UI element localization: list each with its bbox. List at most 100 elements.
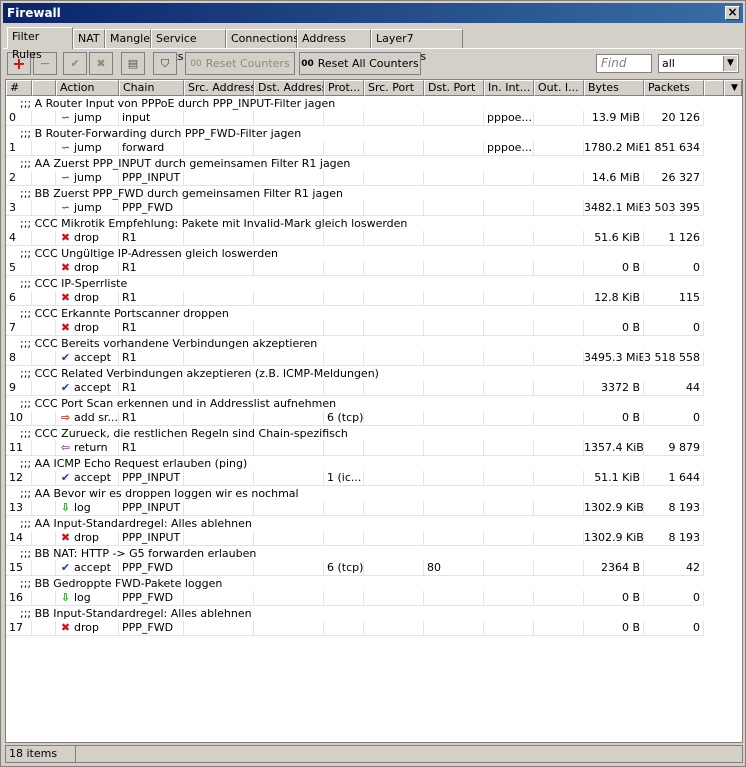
- comment-button[interactable]: ▤: [121, 52, 145, 75]
- col-flags-header[interactable]: [32, 80, 56, 96]
- disable-button[interactable]: ✖: [89, 52, 113, 75]
- rule-action-label: log: [74, 501, 91, 514]
- tab-service-ports[interactable]: Service Ports: [151, 29, 226, 63]
- table-row[interactable]: 15 ✔ accept PPP_FWD 6 (tcp) 80 2364 B 42: [6, 561, 742, 576]
- rule-comment[interactable]: ;;; CCC Related Verbindungen akzeptieren…: [6, 366, 742, 381]
- tab-mangle[interactable]: Mangle: [105, 29, 151, 48]
- rule-flags: [32, 531, 56, 546]
- rule-comment[interactable]: ;;; CCC Mikrotik Empfehlung: Pakete mit …: [6, 216, 742, 231]
- rule-action: ✖ drop: [56, 321, 119, 336]
- rule-comment[interactable]: ;;; CCC Erkannte Portscanner droppen: [6, 306, 742, 321]
- table-row[interactable]: 5 ✖ drop R1 0 B0: [6, 261, 742, 276]
- rule-out-interface: [534, 201, 584, 216]
- table-row[interactable]: 10 ⇨ add sr... R1 6 (tcp) 0 B0: [6, 411, 742, 426]
- rule-src-address: [184, 531, 254, 546]
- jump-icon: ∽: [60, 141, 71, 154]
- rule-protocol: [324, 321, 364, 336]
- find-input[interactable]: Find: [596, 54, 652, 73]
- col-action-header[interactable]: Action: [56, 80, 119, 96]
- rule-comment[interactable]: ;;; BB Gedroppte FWD-Pakete loggen: [6, 576, 742, 591]
- tab-nat[interactable]: NAT: [73, 29, 105, 48]
- reset-all-counters-button[interactable]: 00 Reset All Counters: [299, 52, 421, 75]
- table-row[interactable]: 2 ∽ jump PPP_INPUT 14.6 MiB 26 327: [6, 171, 742, 186]
- rule-bytes: 13.9 MiB: [584, 111, 644, 126]
- col-src-address-header[interactable]: Src. Address: [184, 80, 254, 96]
- rule-comment[interactable]: ;;; AA ICMP Echo Request erlauben (ping): [6, 456, 742, 471]
- table-row[interactable]: 6 ✖ drop R1 12.8 KiB 115: [6, 291, 742, 306]
- rule-action: ∽ jump: [56, 201, 119, 216]
- rule-number: 2: [6, 171, 32, 186]
- rule-number: 11: [6, 441, 32, 456]
- col-protocol-header[interactable]: Prot...: [324, 80, 364, 96]
- table-row[interactable]: 4 ✖ drop R1 51.6 KiB 1 126: [6, 231, 742, 246]
- col-out-interface-header[interactable]: Out. I...: [534, 80, 584, 96]
- table-row[interactable]: 3 ∽ jump PPP_FWD 3482.1 MiB 3 503 395: [6, 201, 742, 216]
- table-row[interactable]: 7 ✖ drop R1 0 B0: [6, 321, 742, 336]
- rule-comment[interactable]: ;;; BB Input-Standardregel: Alles ablehn…: [6, 606, 742, 621]
- rule-comment[interactable]: ;;; CCC IP-Sperrliste: [6, 276, 742, 291]
- column-chooser-icon[interactable]: ▼: [724, 80, 742, 96]
- drop-icon: ✖: [60, 291, 71, 304]
- tab-layer7-protocols[interactable]: Layer7 Protocols: [371, 29, 463, 63]
- rule-src-address: [184, 321, 254, 336]
- table-row[interactable]: 14 ✖ drop PPP_INPUT 1302.9 KiB 8 193: [6, 531, 742, 546]
- rule-bytes: 1357.4 KiB: [584, 441, 644, 456]
- rule-comment[interactable]: ;;; CCC Zurueck, die restlichen Regeln s…: [6, 426, 742, 441]
- filter-button[interactable]: ⛉: [153, 52, 177, 75]
- table-row[interactable]: 13 ⇩ log PPP_INPUT 1302.9 KiB 8 193: [6, 501, 742, 516]
- header-filler: [704, 80, 724, 96]
- table-row[interactable]: 16 ⇩ log PPP_FWD 0 B0: [6, 591, 742, 606]
- col-number-header[interactable]: #: [6, 80, 32, 96]
- rule-out-interface: [534, 621, 584, 636]
- table-row[interactable]: 12 ✔ accept PPP_INPUT 1 (ic... 51.1 KiB 1 644: [6, 471, 742, 486]
- rule-protocol: [324, 621, 364, 636]
- rule-comment[interactable]: ;;; AA Zuerst PPP_INPUT durch gemeinsame…: [6, 156, 742, 171]
- rule-flags: [32, 111, 56, 126]
- col-dst-address-header[interactable]: Dst. Address: [254, 80, 324, 96]
- col-bytes-header[interactable]: Bytes: [584, 80, 644, 96]
- table-row[interactable]: 17 ✖ drop PPP_FWD 0 B0: [6, 621, 742, 636]
- table-row[interactable]: 8 ✔ accept R1 3495.3 MiB 3 518 558: [6, 351, 742, 366]
- rule-chain: PPP_FWD: [119, 201, 184, 216]
- col-dst-port-header[interactable]: Dst. Port: [424, 80, 484, 96]
- tab-address-lists[interactable]: Address Lists: [297, 29, 371, 63]
- rule-comment[interactable]: ;;; AA Bevor wir es droppen loggen wir e…: [6, 486, 742, 501]
- rule-action-label: log: [74, 591, 91, 604]
- table-row[interactable]: 1 ∽ jump forward pppoe... 1780.2 MiB 1 851 634: [6, 141, 742, 156]
- rule-src-port: [364, 471, 424, 486]
- rule-comment[interactable]: ;;; CCC Ungültige IP-Adressen gleich los…: [6, 246, 742, 261]
- rule-dst-address: [254, 501, 324, 516]
- rule-comment[interactable]: ;;; AA Input-Standardregel: Alles ablehn…: [6, 516, 742, 531]
- rule-dst-address: [254, 591, 324, 606]
- table-row[interactable]: 11 ⇦ return R1 1357.4 KiB 9 879: [6, 441, 742, 456]
- rule-comment[interactable]: ;;; CCC Port Scan erkennen und in Addres…: [6, 396, 742, 411]
- rule-packets: 3 503 395: [644, 201, 704, 216]
- rule-out-interface: [534, 171, 584, 186]
- filter-select[interactable]: all ▼: [658, 54, 739, 73]
- table-row[interactable]: 0 ∽ jump input pppoe... 13.9 MiB 20 126: [6, 111, 742, 126]
- rule-number: 10: [6, 411, 32, 426]
- rule-comment[interactable]: ;;; A Router Input von PPPoE durch PPP_I…: [6, 96, 742, 111]
- reset-counters-button[interactable]: 00 Reset Counters: [185, 52, 295, 75]
- rule-in-interface: [484, 201, 534, 216]
- col-chain-header[interactable]: Chain: [119, 80, 184, 96]
- tab-filter-rules[interactable]: Filter Rules: [7, 27, 73, 61]
- rule-comment[interactable]: ;;; B Router-Forwarding durch PPP_FWD-Fi…: [6, 126, 742, 141]
- rule-flags: [32, 201, 56, 216]
- enable-button[interactable]: ✔: [63, 52, 87, 75]
- title-bar[interactable]: Firewall ×: [3, 3, 743, 23]
- tab-connections[interactable]: Connections: [226, 29, 299, 48]
- rule-comment[interactable]: ;;; BB NAT: HTTP -> G5 forwarden erlaube…: [6, 546, 742, 561]
- col-in-interface-header[interactable]: In. Int...: [484, 80, 534, 96]
- rule-in-interface: [484, 321, 534, 336]
- rule-in-interface: [484, 471, 534, 486]
- rule-comment[interactable]: ;;; CCC Bereits vorhandene Verbindungen …: [6, 336, 742, 351]
- rule-dst-address: [254, 261, 324, 276]
- col-src-port-header[interactable]: Src. Port: [364, 80, 424, 96]
- rule-comment[interactable]: ;;; BB Zuerst PPP_FWD durch gemeinsamen …: [6, 186, 742, 201]
- rule-chain: R1: [119, 441, 184, 456]
- col-packets-header[interactable]: Packets: [644, 80, 704, 96]
- rule-bytes: 0 B: [584, 261, 644, 276]
- table-row[interactable]: 9 ✔ accept R1 3372 B 44: [6, 381, 742, 396]
- close-button[interactable]: ×: [725, 6, 740, 20]
